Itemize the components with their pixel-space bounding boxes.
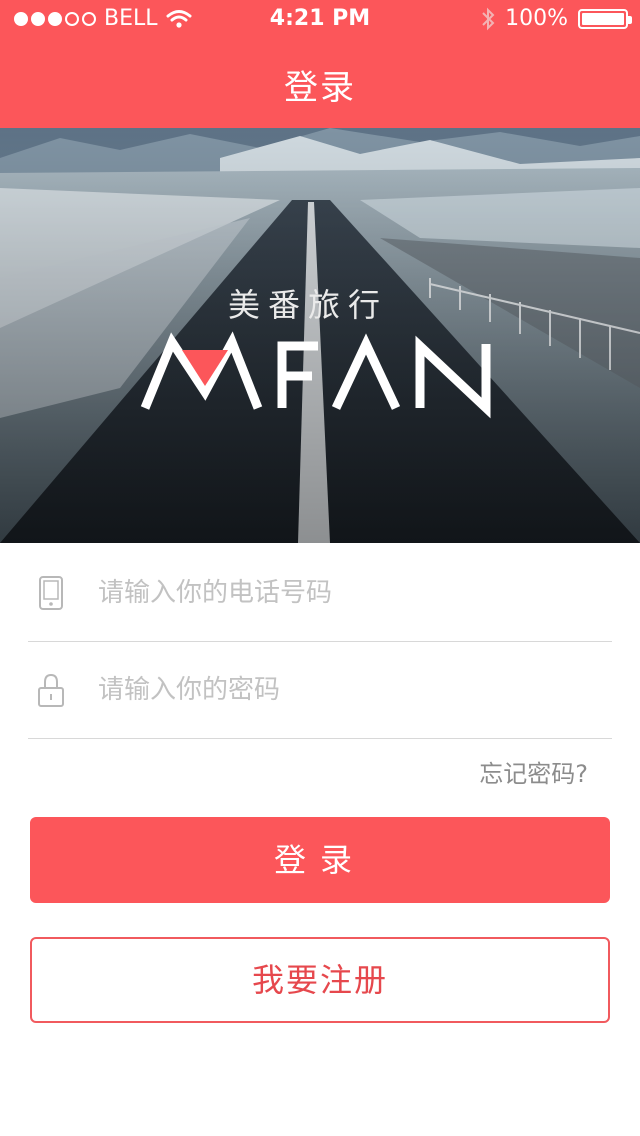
status-right: 100%	[481, 6, 632, 31]
battery-icon	[578, 8, 632, 29]
phone-input[interactable]	[96, 567, 600, 619]
password-input[interactable]	[96, 664, 600, 716]
phone-icon	[39, 576, 63, 610]
status-bar: BELL 4:21 PM 100%	[0, 0, 640, 40]
register-button[interactable]: 我要注册	[30, 937, 610, 1023]
battery-percent: 100%	[505, 6, 568, 31]
lock-icon	[38, 673, 64, 707]
app-header: BELL 4:21 PM 100% 登录	[0, 0, 640, 128]
phone-field	[28, 545, 612, 642]
road-landscape-image	[0, 128, 640, 543]
page-title: 登录	[284, 68, 356, 108]
hero-banner: 美番旅行	[0, 128, 640, 543]
password-field	[28, 642, 612, 739]
brand-subtitle: 美番旅行	[227, 286, 388, 324]
bluetooth-icon	[482, 7, 495, 30]
login-button[interactable]: 登录	[30, 817, 610, 903]
forgot-password-link[interactable]: 忘记密码?	[479, 754, 588, 789]
